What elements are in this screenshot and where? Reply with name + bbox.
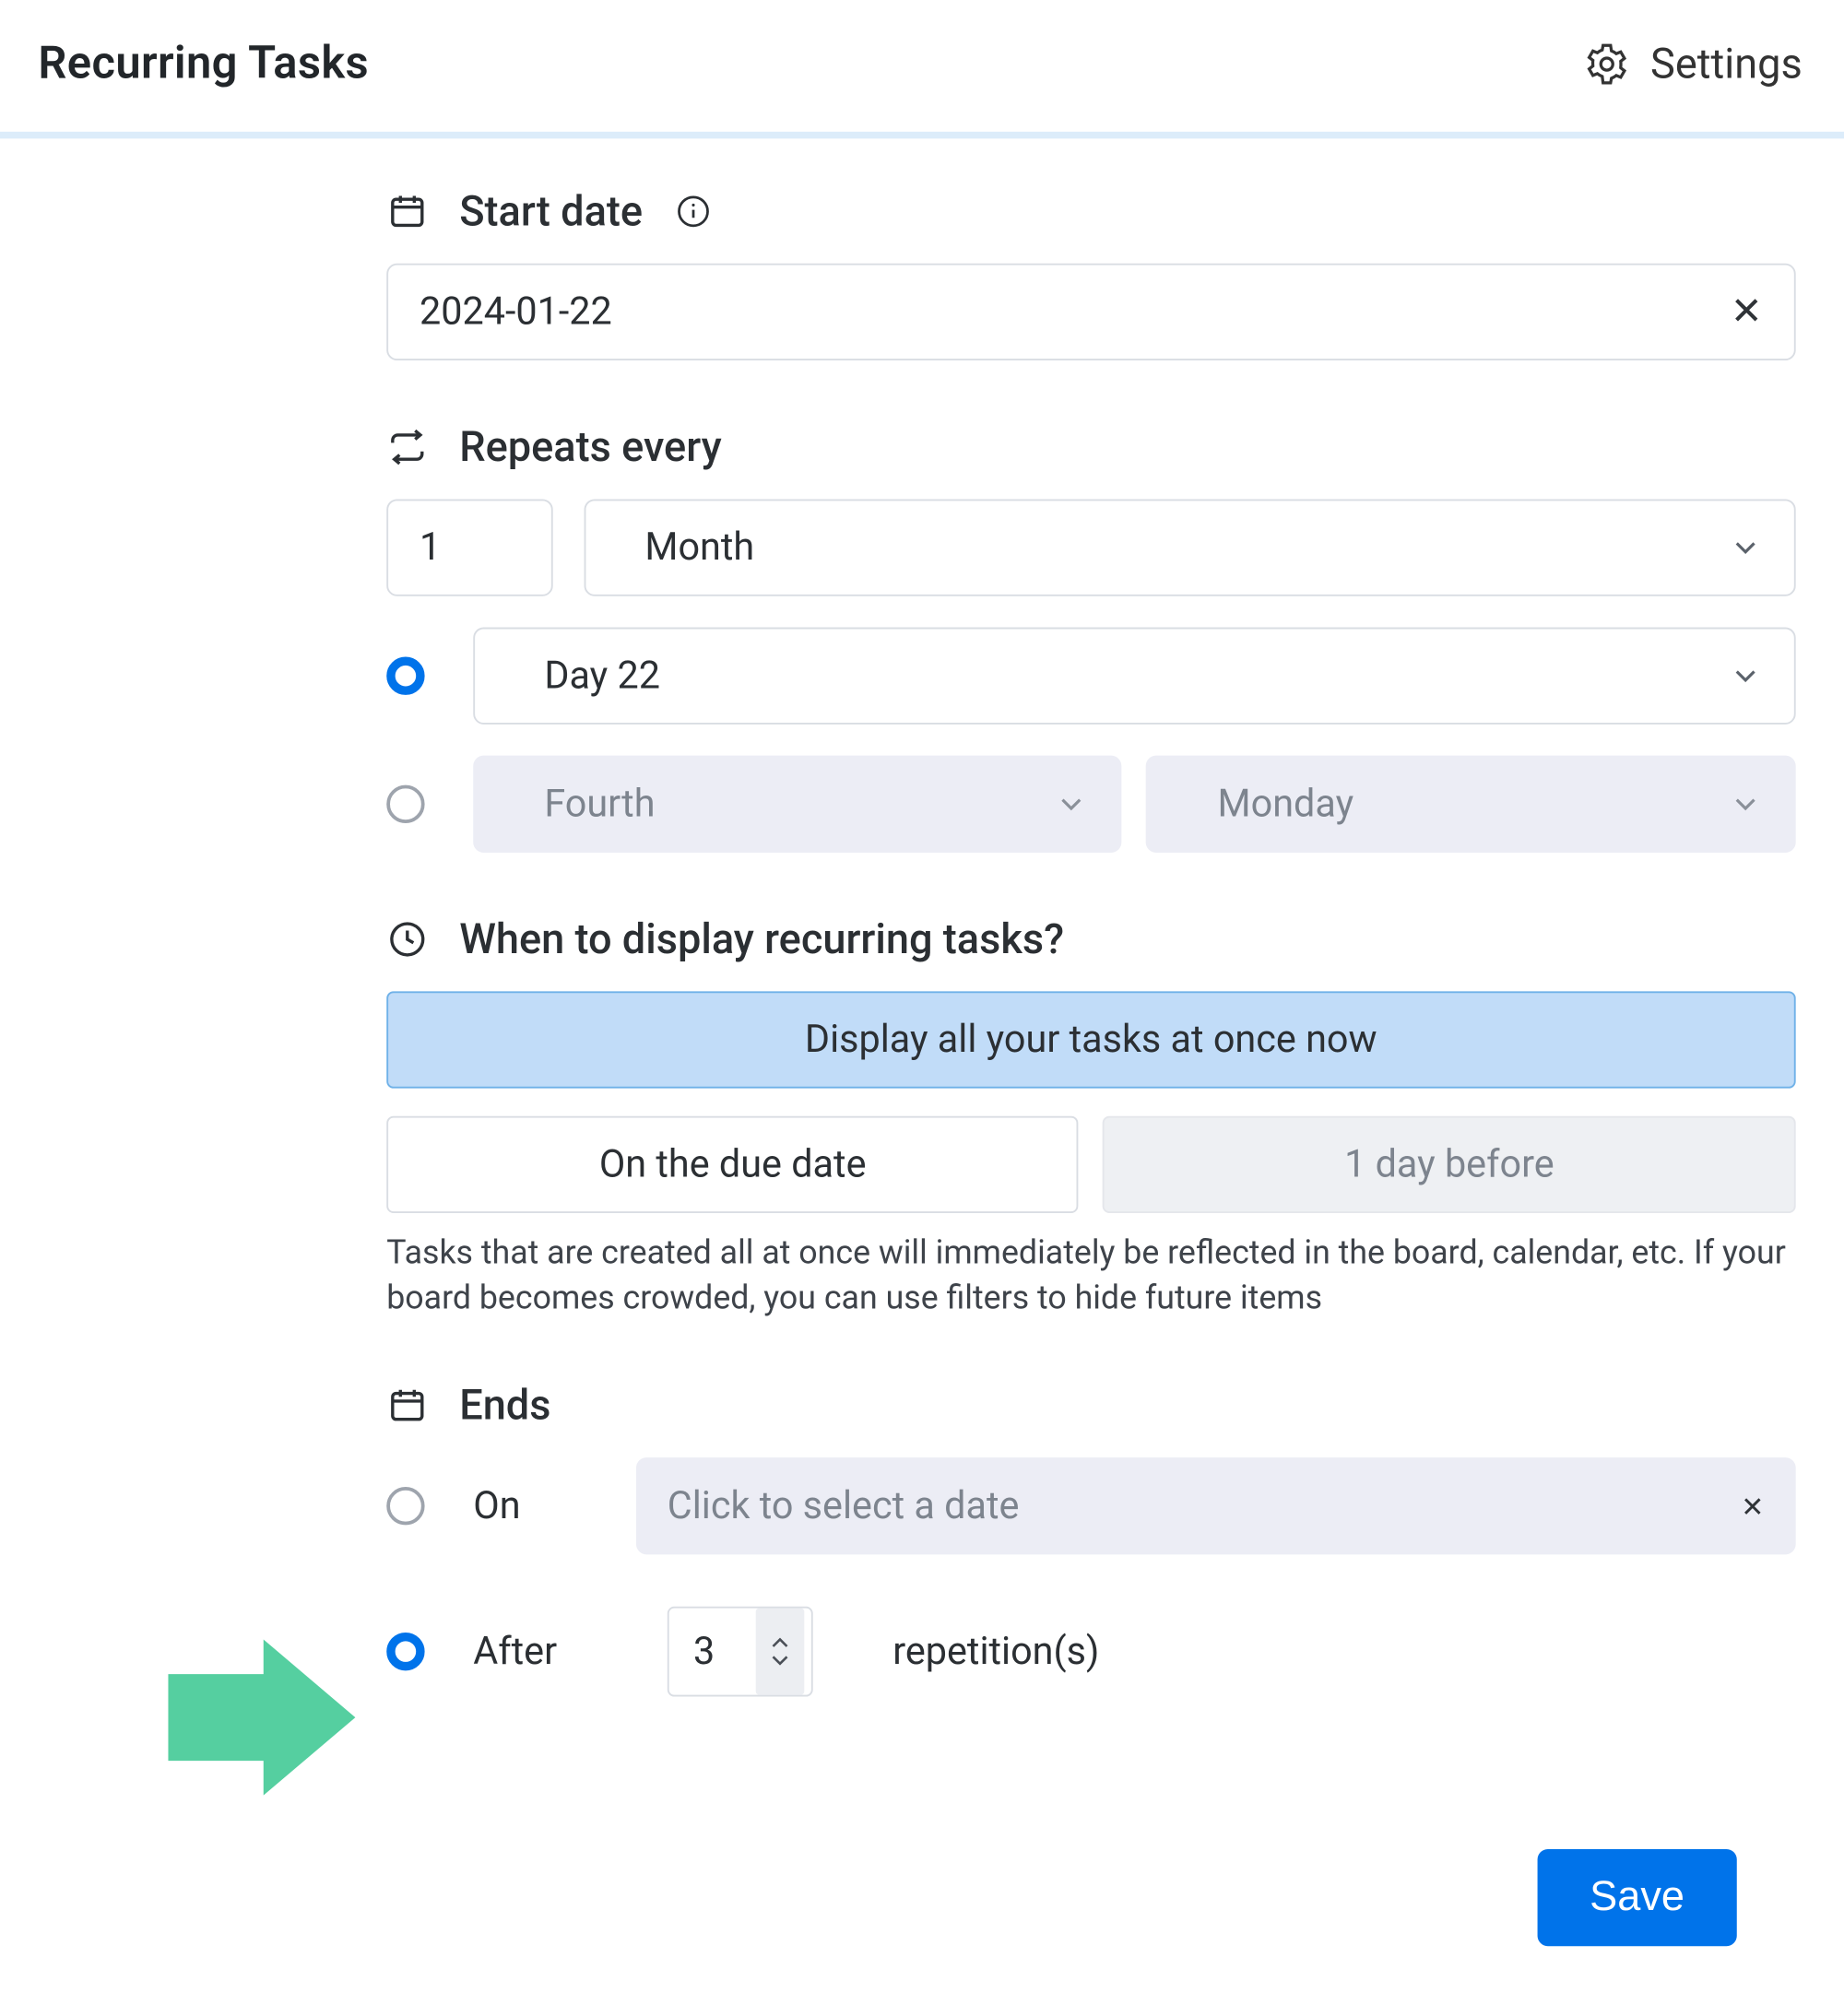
ends-after-label: After (473, 1631, 587, 1674)
repeat-interval-value: 1 (420, 526, 441, 570)
display-option-day-before[interactable]: 1 day before (1103, 1116, 1795, 1213)
display-option-all-at-once[interactable]: Display all your tasks at once now (386, 991, 1795, 1088)
panel-header: Recurring Tasks Settings (0, 0, 1844, 138)
repetitions-suffix: repetition(s) (892, 1631, 1099, 1674)
repeat-by-day-radio[interactable] (386, 657, 424, 695)
repetitions-stepper[interactable]: 3 (668, 1607, 813, 1697)
chevron-down-icon (1728, 658, 1763, 693)
chevron-down-icon (772, 1654, 789, 1668)
repeat-ordinal-select[interactable]: Fourth (473, 756, 1122, 853)
info-icon[interactable] (674, 193, 712, 230)
repeat-by-ordinal-radio[interactable] (386, 785, 424, 823)
clear-ends-date-icon[interactable]: ✕ (1741, 1490, 1764, 1523)
chevron-down-icon (1055, 787, 1090, 822)
calendar-icon (386, 1385, 428, 1427)
chevron-down-icon (1728, 787, 1763, 822)
ends-after-radio[interactable] (386, 1633, 424, 1670)
repeat-day-value: Day 22 (544, 654, 660, 698)
repetitions-value: 3 (693, 1631, 715, 1674)
display-option-day-before-label: 1 day before (1344, 1143, 1554, 1186)
ends-on-placeholder: Click to select a date (668, 1485, 1020, 1528)
pointer-arrow-icon (168, 1632, 359, 1805)
repeat-unit-select[interactable]: Month (585, 499, 1796, 595)
display-label: When to display recurring tasks? (459, 915, 1064, 964)
ends-on-date-input[interactable]: Click to select a date ✕ (636, 1458, 1795, 1555)
ends-section: Ends On Click to select a date ✕ After 3 (386, 1382, 1795, 1697)
repeat-interval-input[interactable]: 1 (386, 499, 552, 595)
repeat-ordinal-value: Fourth (544, 783, 655, 826)
chevron-down-icon (1728, 530, 1763, 565)
calendar-icon (386, 191, 428, 232)
ends-label: Ends (459, 1382, 550, 1431)
repeat-weekday-select[interactable]: Monday (1146, 756, 1795, 853)
ends-on-radio[interactable] (386, 1488, 424, 1526)
gear-icon (1585, 41, 1630, 87)
clock-icon (386, 918, 428, 960)
repeat-day-select[interactable]: Day 22 (473, 628, 1795, 725)
display-option-due-date[interactable]: On the due date (386, 1116, 1079, 1213)
clear-date-icon[interactable]: ✕ (1731, 290, 1763, 334)
panel-title: Recurring Tasks (38, 38, 369, 89)
settings-button[interactable]: Settings (1585, 40, 1803, 88)
settings-label: Settings (1650, 40, 1803, 88)
chevron-up-icon (772, 1636, 789, 1650)
repeat-icon (386, 426, 428, 467)
repeat-unit-value: Month (644, 526, 754, 570)
display-option-due-date-label: On the due date (599, 1143, 867, 1186)
repeat-weekday-value: Monday (1218, 783, 1354, 826)
save-button-label: Save (1590, 1874, 1684, 1921)
repeats-label: Repeats every (459, 423, 721, 472)
stepper-arrows[interactable] (756, 1609, 805, 1695)
display-section: When to display recurring tasks? Display… (386, 915, 1795, 1320)
repeats-section: Repeats every 1 Month Day 22 (386, 423, 1795, 853)
start-date-label: Start date (459, 187, 643, 236)
ends-on-label: On (473, 1485, 587, 1528)
display-option-all-at-once-label: Display all your tasks at once now (805, 1019, 1377, 1062)
start-date-section: Start date 2024-01-22 ✕ (386, 187, 1795, 360)
start-date-value: 2024-01-22 (420, 290, 612, 334)
start-date-input[interactable]: 2024-01-22 ✕ (386, 264, 1795, 360)
display-help-text: Tasks that are created all at once will … (386, 1231, 1795, 1319)
save-button[interactable]: Save (1538, 1849, 1737, 1946)
